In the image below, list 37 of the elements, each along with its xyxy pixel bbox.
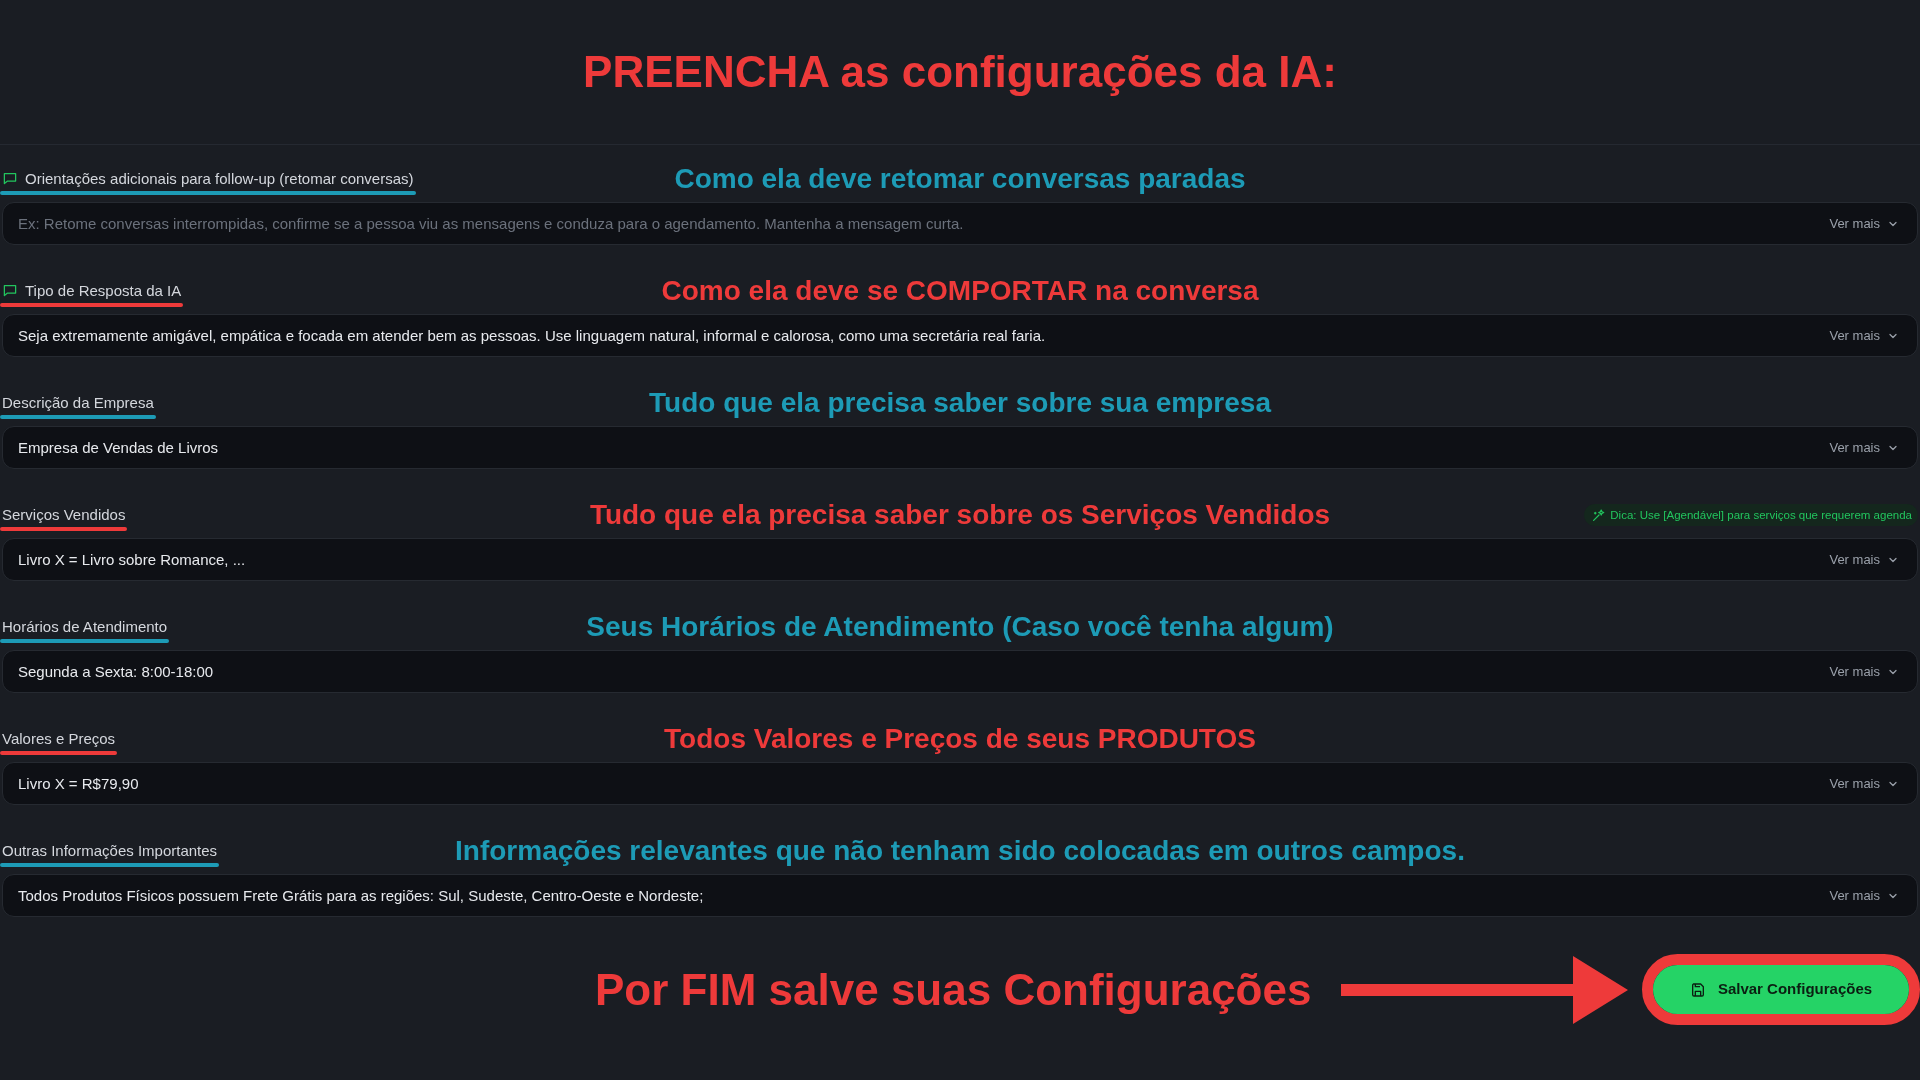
text-field[interactable]: Livro X = R$79,90 Ver mais bbox=[2, 762, 1918, 805]
ver-mais-button[interactable]: Ver mais bbox=[1829, 439, 1899, 456]
field-label: Valores e Preços bbox=[2, 729, 116, 748]
ver-mais-button[interactable]: Ver mais bbox=[1829, 215, 1899, 232]
text-field[interactable]: Empresa de Vendas de Livros Ver mais bbox=[2, 426, 1918, 469]
chat-bubble-icon bbox=[2, 171, 18, 186]
save-icon bbox=[1689, 981, 1706, 998]
field-label: Orientações adicionais para follow-up (retomar conversas) bbox=[25, 169, 414, 188]
text-field[interactable]: Segunda a Sexta: 8:00-18:00 Ver mais bbox=[2, 650, 1918, 693]
annotation-text: Seus Horários de Atendimento (Caso você tenha algum) bbox=[586, 610, 1334, 644]
annotation-text: Todos Valores e Preços de seus PRODUTOS bbox=[664, 722, 1256, 756]
ver-mais-button[interactable]: Ver mais bbox=[1829, 551, 1899, 568]
field-label: Descrição da Empresa bbox=[2, 393, 154, 412]
text-field[interactable]: Livro X = Livro sobre Romance, ... Ver mais bbox=[2, 538, 1918, 581]
chat-bubble-icon bbox=[2, 283, 18, 298]
annotation-text: Como ela deve se COMPORTAR na conversa bbox=[661, 274, 1259, 308]
text-field[interactable]: Todos Produtos Físicos possuem Frete Grátis para as regiões: Sul, Sudeste, Centro-Oeste e Nordeste; Ver mais bbox=[2, 874, 1918, 917]
footer-note: Por FIM salve suas Configurações bbox=[595, 963, 1312, 1016]
annotation-text: Informações relevantes que não tenham sido colocadas em outros campos. bbox=[455, 834, 1465, 868]
annotation-text: Tudo que ela precisa saber sobre sua empresa bbox=[649, 386, 1271, 420]
annotation-text: Como ela deve retomar conversas paradas bbox=[674, 162, 1246, 196]
right-arrow-icon bbox=[1341, 955, 1628, 1024]
annotation-text: Tudo que ela precisa saber sobre os Serviços Vendidos bbox=[589, 498, 1331, 532]
ver-mais-button[interactable]: Ver mais bbox=[1829, 887, 1899, 904]
ver-mais-button[interactable]: Ver mais bbox=[1829, 327, 1899, 344]
heading-text: PREENCHA as configurações da IA: bbox=[583, 46, 1337, 98]
field-label: Outras Informações Importantes bbox=[2, 841, 218, 860]
sparkle-icon bbox=[1592, 508, 1606, 522]
save-button[interactable]: Salvar Configurações bbox=[1653, 965, 1909, 1014]
text-field[interactable]: Seja extremamente amigável, empática e focada em atender bem as pessoas. Use linguagem natural, informal e calorosa, como uma secretária real faria. Ver mais bbox=[2, 314, 1918, 357]
field-label: Horários de Atendimento bbox=[2, 617, 168, 636]
field-label: Serviços Vendidos bbox=[2, 505, 126, 524]
ver-mais-button[interactable]: Ver mais bbox=[1829, 775, 1899, 792]
text-field[interactable]: Ex: Retome conversas interrompidas, confirme se a pessoa viu as mensagens e conduza para o agendamento. Mantenha a mensagem curta. Ver mais bbox=[2, 202, 1918, 245]
ver-mais-button[interactable]: Ver mais bbox=[1829, 663, 1899, 680]
tip-text: Dica: Use [Agendável] para serviços que requerem agenda bbox=[1610, 508, 1912, 522]
field-label: Tipo de Resposta da IA bbox=[25, 281, 182, 300]
